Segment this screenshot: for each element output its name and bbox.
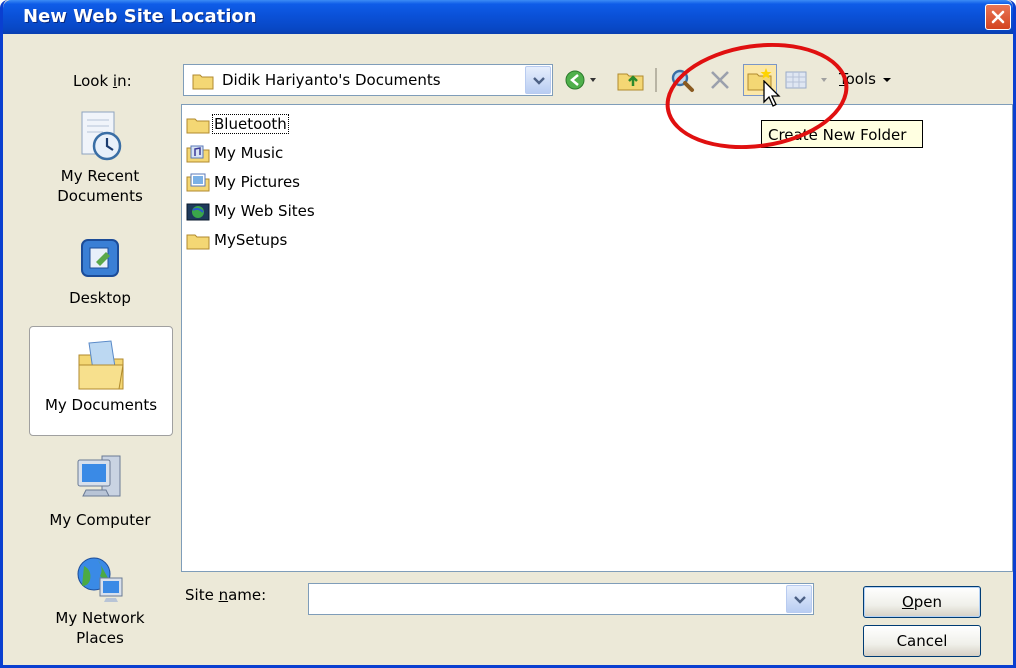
views-icon xyxy=(785,71,827,89)
tools-menu[interactable]: Tools xyxy=(839,70,893,102)
place-label: My Documents xyxy=(44,396,158,414)
web-sites-folder-icon xyxy=(186,203,210,221)
site-name-dropdown-arrow[interactable] xyxy=(786,585,812,613)
back-button[interactable] xyxy=(563,64,599,96)
close-button[interactable] xyxy=(985,4,1011,30)
look-in-label: Look in: xyxy=(73,72,132,90)
cancel-button[interactable]: Cancel xyxy=(863,625,981,657)
tooltip: Create New Folder xyxy=(761,120,923,148)
file-name: My Pictures xyxy=(214,173,300,191)
place-label: Desktop xyxy=(69,289,131,307)
back-icon xyxy=(565,70,596,90)
close-icon xyxy=(991,10,1005,24)
views-button[interactable] xyxy=(783,64,833,96)
title-bar[interactable]: New Web Site Location xyxy=(3,0,1013,34)
up-one-level-button[interactable] xyxy=(615,64,647,96)
file-list[interactable]: Bluetooth My Music My Pictures My Web Si… xyxy=(181,104,1013,572)
network-places-icon xyxy=(77,557,123,602)
delete-button[interactable] xyxy=(707,64,733,96)
file-name: Bluetooth xyxy=(212,114,289,134)
dialog-title: New Web Site Location xyxy=(23,6,257,27)
music-folder-icon xyxy=(186,145,210,163)
place-my-documents[interactable]: My Documents xyxy=(29,326,173,436)
my-documents-icon xyxy=(78,340,124,390)
folder-icon xyxy=(192,74,214,90)
my-computer-icon xyxy=(77,455,121,497)
chevron-down-icon xyxy=(882,77,891,82)
open-button[interactable]: Open xyxy=(863,586,981,618)
place-my-network-places[interactable]: My Network Places xyxy=(25,552,175,648)
file-name: My Web Sites xyxy=(214,202,315,220)
toolbar-separator xyxy=(655,68,657,92)
chevron-down-icon xyxy=(794,596,806,604)
folder-icon xyxy=(186,234,210,250)
delete-icon xyxy=(711,71,729,89)
mouse-cursor-icon xyxy=(763,80,781,107)
site-name-input[interactable] xyxy=(308,583,814,615)
folder-icon xyxy=(186,118,210,134)
place-my-computer[interactable]: My Computer xyxy=(25,450,175,530)
desktop-icon xyxy=(81,239,119,277)
pictures-folder-icon xyxy=(186,173,210,192)
file-name: MySetups xyxy=(214,231,288,249)
look-in-dropdown[interactable]: Didik Hariyanto's Documents xyxy=(183,64,553,96)
search-web-icon xyxy=(671,69,694,92)
look-in-dropdown-arrow[interactable] xyxy=(525,66,551,94)
new-web-site-location-dialog: New Web Site Location Look in: Didik Har… xyxy=(0,0,1016,668)
place-label: My Network Places xyxy=(55,609,145,647)
file-name: My Music xyxy=(214,144,284,162)
site-name-label: Site name: xyxy=(185,586,267,604)
place-label: My Computer xyxy=(49,511,151,529)
tools-label: T xyxy=(839,70,846,88)
place-desktop[interactable]: Desktop xyxy=(25,232,175,308)
place-label: My Recent Documents xyxy=(57,167,143,205)
places-bar: My Recent Documents Desktop My Documents xyxy=(25,100,175,656)
place-my-recent-documents[interactable]: My Recent Documents xyxy=(25,108,175,206)
up-folder-icon xyxy=(617,73,644,91)
look-in-value: Didik Hariyanto's Documents xyxy=(222,71,441,89)
recent-documents-icon xyxy=(81,111,122,161)
search-web-button[interactable] xyxy=(667,64,697,96)
chevron-down-icon xyxy=(533,77,545,85)
